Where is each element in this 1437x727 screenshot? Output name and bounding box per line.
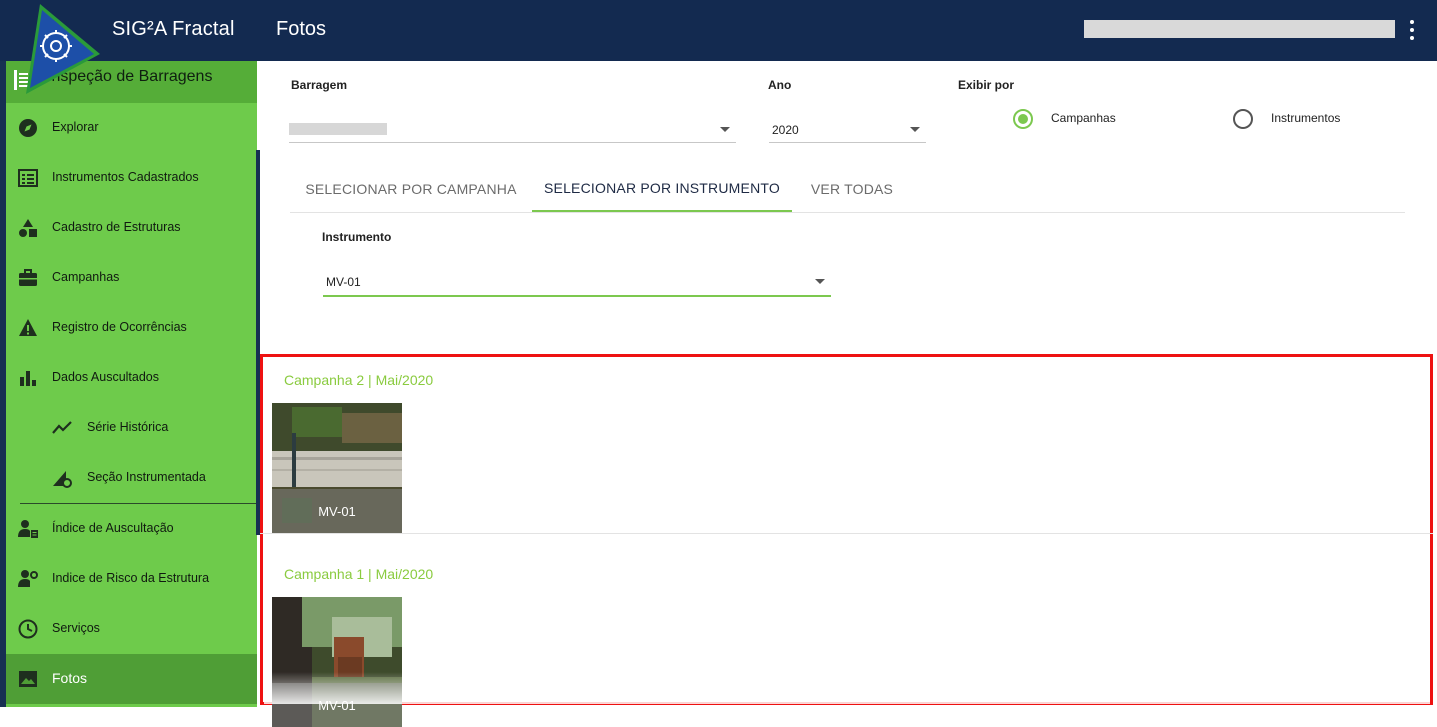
dropdown-arrow-icon: [720, 127, 730, 132]
shapes-icon: [19, 219, 37, 237]
sidebar-item-campanhas[interactable]: Campanhas: [6, 253, 257, 303]
campaign-title: Campanha 1 | Mai/2020: [284, 566, 434, 582]
dropdown-arrow-icon: [910, 127, 920, 132]
radio-campanhas-label: Campanhas: [1051, 111, 1116, 125]
app-title: SIG²A Fractal: [112, 18, 235, 40]
sidebar-item-instrumentos-cadastrados[interactable]: Instrumentos Cadastrados: [6, 153, 257, 203]
photo-caption: MV-01: [272, 489, 402, 533]
app-logo: [26, 4, 100, 94]
user-list-icon: [18, 520, 38, 538]
sidebar-item-label: Fotos: [52, 670, 88, 686]
sidebar-item-registro-ocorrencias[interactable]: Registro de Ocorrências: [6, 303, 257, 353]
radio-instrumentos-label: Instrumentos: [1271, 111, 1341, 125]
user-name-redacted: [1084, 20, 1395, 38]
sidebar-item-serie-historica[interactable]: Série Histórica: [6, 403, 257, 453]
barragem-label: Barragem: [291, 78, 348, 92]
sidebar-item-indice-risco[interactable]: Indice de Risco da Estrutura: [6, 554, 257, 604]
sidebar-item-label: Explorar: [52, 120, 99, 134]
sidebar: Inspeção de Barragens Explorar Instrumen…: [0, 61, 257, 707]
ano-value: 2020: [772, 123, 799, 137]
image-icon: [19, 671, 37, 687]
tab-selecionar-campanha[interactable]: SELECIONAR POR CAMPANHA: [290, 166, 532, 212]
page-title: Fotos: [276, 18, 327, 40]
list-icon: [18, 169, 38, 187]
campaign-divider: [260, 533, 1433, 534]
instrumento-value: MV-01: [326, 275, 361, 289]
barragem-value-redacted: [289, 123, 387, 135]
user-settings-icon: [18, 570, 38, 587]
photo-thumbnail[interactable]: MV-01: [272, 597, 402, 727]
photo-caption: MV-01: [272, 683, 402, 727]
tab-selecionar-instrumento[interactable]: SELECIONAR POR INSTRUMENTO: [532, 166, 792, 212]
photo-results-panel: [260, 354, 1433, 705]
sidebar-item-label: Instrumentos Cadastrados: [52, 170, 199, 184]
top-app-bar: SIG²A Fractal Fotos: [0, 0, 1437, 61]
section-gear-icon: [53, 471, 72, 488]
briefcase-icon: [19, 269, 37, 286]
barragem-select[interactable]: [289, 117, 736, 143]
sidebar-item-secao-instrumentada[interactable]: Seção Instrumentada: [6, 453, 257, 503]
sidebar-item-label: Campanhas: [52, 270, 120, 284]
clock-icon: [18, 619, 38, 639]
instrumento-select[interactable]: MV-01: [323, 269, 831, 297]
ano-label: Ano: [768, 78, 792, 92]
radio-instrumentos[interactable]: [1233, 109, 1253, 129]
sidebar-item-explorar[interactable]: Explorar: [6, 103, 257, 153]
photo-thumbnail[interactable]: MV-01: [272, 403, 402, 533]
sidebar-item-label: Dados Auscultados: [52, 370, 160, 384]
sidebar-item-label: Serviços: [52, 621, 100, 635]
sidebar-item-label: Índice de Auscultação: [52, 521, 174, 535]
trend-line-icon: [52, 421, 72, 434]
tab-ver-todas[interactable]: VER TODAS: [792, 166, 912, 212]
sidebar-item-label: Indice de Risco da Estrutura: [52, 571, 210, 585]
bar-chart-icon: [20, 371, 36, 386]
sidebar-item-fotos[interactable]: Fotos: [6, 654, 257, 704]
exibir-por-label: Exibir por: [958, 78, 1015, 92]
sidebar-item-label: Cadastro de Estruturas: [52, 220, 181, 234]
dropdown-arrow-icon: [815, 279, 825, 284]
sidebar-item-label: Registro de Ocorrências: [52, 320, 187, 334]
ano-select[interactable]: 2020: [769, 117, 926, 143]
radio-campanhas[interactable]: [1013, 109, 1033, 129]
more-vert-icon[interactable]: [1404, 18, 1420, 42]
sidebar-left-edge: [0, 61, 6, 707]
sidebar-item-dados-auscultados[interactable]: Dados Auscultados: [6, 353, 257, 403]
sidebar-item-label: Seção Instrumentada: [87, 470, 206, 484]
warning-icon: [19, 319, 37, 336]
compass-icon: [19, 119, 37, 137]
sidebar-item-cadastro-estruturas[interactable]: Cadastro de Estruturas: [6, 203, 257, 253]
sidebar-item-servicos[interactable]: Serviços: [6, 604, 257, 654]
sidebar-item-label: Série Histórica: [87, 420, 169, 434]
instrumento-label: Instrumento: [322, 230, 392, 244]
campaign-title: Campanha 2 | Mai/2020: [284, 372, 434, 388]
selection-tabs: SELECIONAR POR CAMPANHA SELECIONAR POR I…: [290, 166, 1405, 213]
sidebar-item-indice-auscultacao[interactable]: Índice de Auscultação: [6, 504, 257, 554]
